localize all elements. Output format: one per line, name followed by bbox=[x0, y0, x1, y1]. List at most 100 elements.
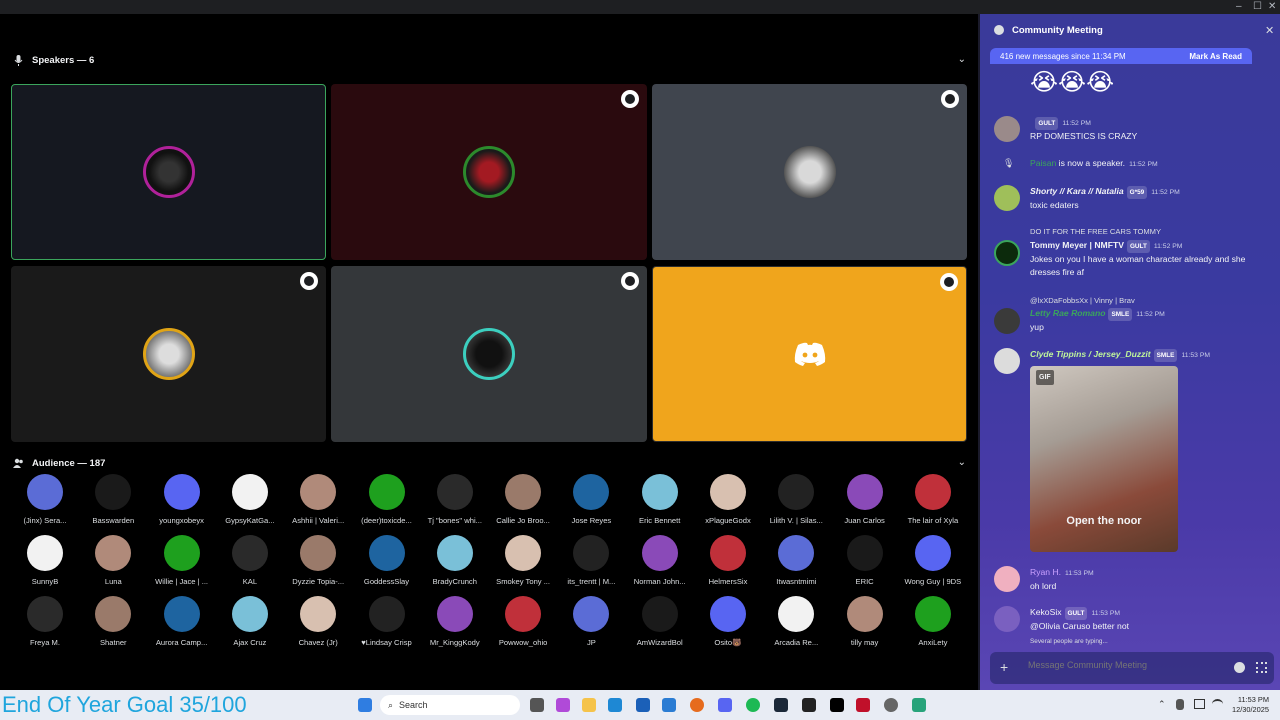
audience-member[interactable]: Osito🐻 bbox=[694, 596, 762, 647]
audience-member[interactable]: Callie Jo Broo... bbox=[489, 474, 557, 525]
clock[interactable]: 11:53 PM 12/30/2025 bbox=[1232, 695, 1269, 715]
username[interactable]: Tommy Meyer | NMFTV bbox=[1030, 240, 1124, 250]
taskbar-search[interactable]: ⌕ Search bbox=[380, 695, 520, 715]
audience-member[interactable]: Lilith V. | Silas... bbox=[762, 474, 830, 525]
app-icon[interactable] bbox=[830, 698, 844, 712]
audience-member[interactable]: Chavez (Jr) bbox=[284, 596, 352, 647]
audience-member[interactable]: KAL bbox=[216, 535, 284, 586]
username[interactable]: Shorty // Kara // Natalia bbox=[1030, 186, 1124, 196]
outlook-icon[interactable] bbox=[662, 698, 676, 712]
tray-chevron-icon[interactable]: ⌃ bbox=[1158, 699, 1166, 710]
message-text: yup bbox=[1030, 322, 1044, 332]
wifi-icon[interactable] bbox=[1212, 699, 1223, 709]
username[interactable]: Letty Rae Romano bbox=[1030, 308, 1105, 318]
windows-start-icon[interactable] bbox=[358, 698, 372, 712]
audience-member[interactable]: Itwasntmimi bbox=[762, 535, 830, 586]
steam-icon[interactable] bbox=[774, 698, 788, 712]
audience-member[interactable]: tilly may bbox=[831, 596, 899, 647]
audience-member[interactable]: ERIC bbox=[831, 535, 899, 586]
attach-plus-icon[interactable]: + bbox=[1000, 659, 1008, 675]
audience-member[interactable]: Arcadia Re... bbox=[762, 596, 830, 647]
audience-member[interactable]: Tj "bones" whi... bbox=[421, 474, 489, 525]
audience-member[interactable]: Aurora Camp... bbox=[148, 596, 216, 647]
gif-attachment[interactable]: GIF Open the noor bbox=[1030, 366, 1178, 552]
close-window-button[interactable]: ✕ bbox=[1268, 1, 1276, 13]
audience-member[interactable]: BradyCrunch bbox=[421, 535, 489, 586]
task-view-icon[interactable] bbox=[530, 698, 544, 712]
audience-member[interactable]: Juan Carlos bbox=[831, 474, 899, 525]
apps-icon[interactable] bbox=[1256, 662, 1267, 673]
speaker-tile[interactable] bbox=[652, 84, 967, 260]
audience-header[interactable]: Audience — 187 bbox=[12, 457, 105, 469]
audience-member[interactable]: Basswarden bbox=[79, 474, 147, 525]
speakers-header[interactable]: Speakers — 6 bbox=[12, 54, 94, 66]
audience-member[interactable]: (deer)toxicde... bbox=[353, 474, 421, 525]
chat-message[interactable]: Ryan H. 11:53 PM oh lord bbox=[990, 566, 1274, 594]
audience-member[interactable]: Dyzzie Topia-... bbox=[284, 535, 352, 586]
audience-member[interactable]: Powwow_ohio bbox=[489, 596, 557, 647]
speaker-tile[interactable] bbox=[331, 84, 647, 260]
audience-member[interactable]: ♥Lindsay Crisp bbox=[353, 596, 421, 647]
app-icon[interactable] bbox=[856, 698, 870, 712]
audience-member[interactable]: Luna bbox=[79, 535, 147, 586]
message-input[interactable] bbox=[1028, 660, 1218, 670]
chat-message[interactable]: GULT 11:52 PM RP DOMESTICS IS CRAZY bbox=[990, 116, 1274, 144]
discord-taskbar-icon[interactable] bbox=[718, 698, 732, 712]
close-chat-icon[interactable]: ✕ bbox=[1265, 24, 1274, 37]
audience-member[interactable]: Eric Bennett bbox=[626, 474, 694, 525]
terminal-icon[interactable] bbox=[802, 698, 816, 712]
audience-member[interactable]: (Jinx) Sera... bbox=[11, 474, 79, 525]
audience-member[interactable]: Ashhii | Valeri... bbox=[284, 474, 352, 525]
audience-member[interactable]: HelmersSix bbox=[694, 535, 762, 586]
speaker-tile[interactable] bbox=[652, 266, 967, 442]
audience-member[interactable]: Freya M. bbox=[11, 596, 79, 647]
microphone-icon[interactable] bbox=[1176, 699, 1184, 710]
display-icon[interactable] bbox=[1194, 699, 1205, 709]
audience-member[interactable]: Ajax Cruz bbox=[216, 596, 284, 647]
emoji-icon[interactable] bbox=[1234, 662, 1245, 673]
spotify-icon[interactable] bbox=[746, 698, 760, 712]
audience-member[interactable]: its_trentt | M... bbox=[557, 535, 625, 586]
username[interactable]: KekoSix bbox=[1030, 607, 1062, 617]
firefox-icon[interactable] bbox=[690, 698, 704, 712]
username[interactable]: Clyde Tippins / Jersey_Duzzit bbox=[1030, 349, 1151, 359]
minimize-button[interactable]: – bbox=[1236, 1, 1242, 13]
audience-member[interactable]: AnxiLety bbox=[899, 596, 967, 647]
edge-icon[interactable] bbox=[608, 698, 622, 712]
speaker-tile[interactable] bbox=[331, 266, 647, 442]
maximize-button[interactable]: ☐ bbox=[1253, 1, 1262, 13]
store-icon[interactable] bbox=[636, 698, 650, 712]
chat-message[interactable]: Clyde Tippins / Jersey_Duzzit SMLE 11:53 P… bbox=[990, 348, 1274, 554]
audience-member[interactable]: AmWizardBol bbox=[626, 596, 694, 647]
audience-member[interactable]: GoddessSlay bbox=[353, 535, 421, 586]
audience-member[interactable]: Shatner bbox=[79, 596, 147, 647]
chat-message[interactable]: @lxXDaFobbsXx | Vinny | Brav Letty Rae R… bbox=[990, 294, 1274, 334]
audience-member[interactable]: Wong Guy | 9DS bbox=[899, 535, 967, 586]
audience-member[interactable]: Smokey Tony ... bbox=[489, 535, 557, 586]
chat-message[interactable]: Shorty // Kara // Natalia G*59 11:52 PM tox… bbox=[990, 185, 1274, 213]
speaker-tile[interactable] bbox=[11, 84, 326, 260]
mark-as-read-button[interactable]: Mark As Read bbox=[1189, 52, 1242, 61]
username[interactable]: Paisan bbox=[1030, 158, 1056, 168]
audience-member[interactable]: The lair of Xyla bbox=[899, 474, 967, 525]
chat-message[interactable]: KekoSix GULT 11:53 PM @Olivia Caruso better… bbox=[990, 606, 1274, 634]
audience-member[interactable]: youngxobeyx bbox=[148, 474, 216, 525]
speakers-chevron-icon[interactable]: ⌄ bbox=[958, 54, 966, 65]
settings-icon[interactable] bbox=[884, 698, 898, 712]
audience-member[interactable]: Norman John... bbox=[626, 535, 694, 586]
chat-message[interactable]: DO IT FOR THE FREE CARS TOMMY Tommy Meye… bbox=[990, 224, 1274, 284]
audience-chevron-icon[interactable]: ⌄ bbox=[958, 457, 966, 468]
audience-member[interactable]: xPlagueGodx bbox=[694, 474, 762, 525]
audience-member[interactable]: Mr_KinggKody bbox=[421, 596, 489, 647]
file-explorer-icon[interactable] bbox=[582, 698, 596, 712]
username[interactable]: Ryan H. bbox=[1030, 567, 1061, 577]
copilot-icon[interactable] bbox=[556, 698, 570, 712]
audience-member[interactable]: GypsyKatGa... bbox=[216, 474, 284, 525]
new-messages-bar[interactable]: 416 new messages since 11:34 PM Mark As … bbox=[990, 48, 1252, 64]
audience-member[interactable]: Willie | Jace | ... bbox=[148, 535, 216, 586]
app-icon[interactable] bbox=[912, 698, 926, 712]
audience-member[interactable]: JP bbox=[557, 596, 625, 647]
audience-member[interactable]: SunnyB bbox=[11, 535, 79, 586]
speaker-tile[interactable] bbox=[11, 266, 326, 442]
audience-member[interactable]: Jose Reyes bbox=[557, 474, 625, 525]
